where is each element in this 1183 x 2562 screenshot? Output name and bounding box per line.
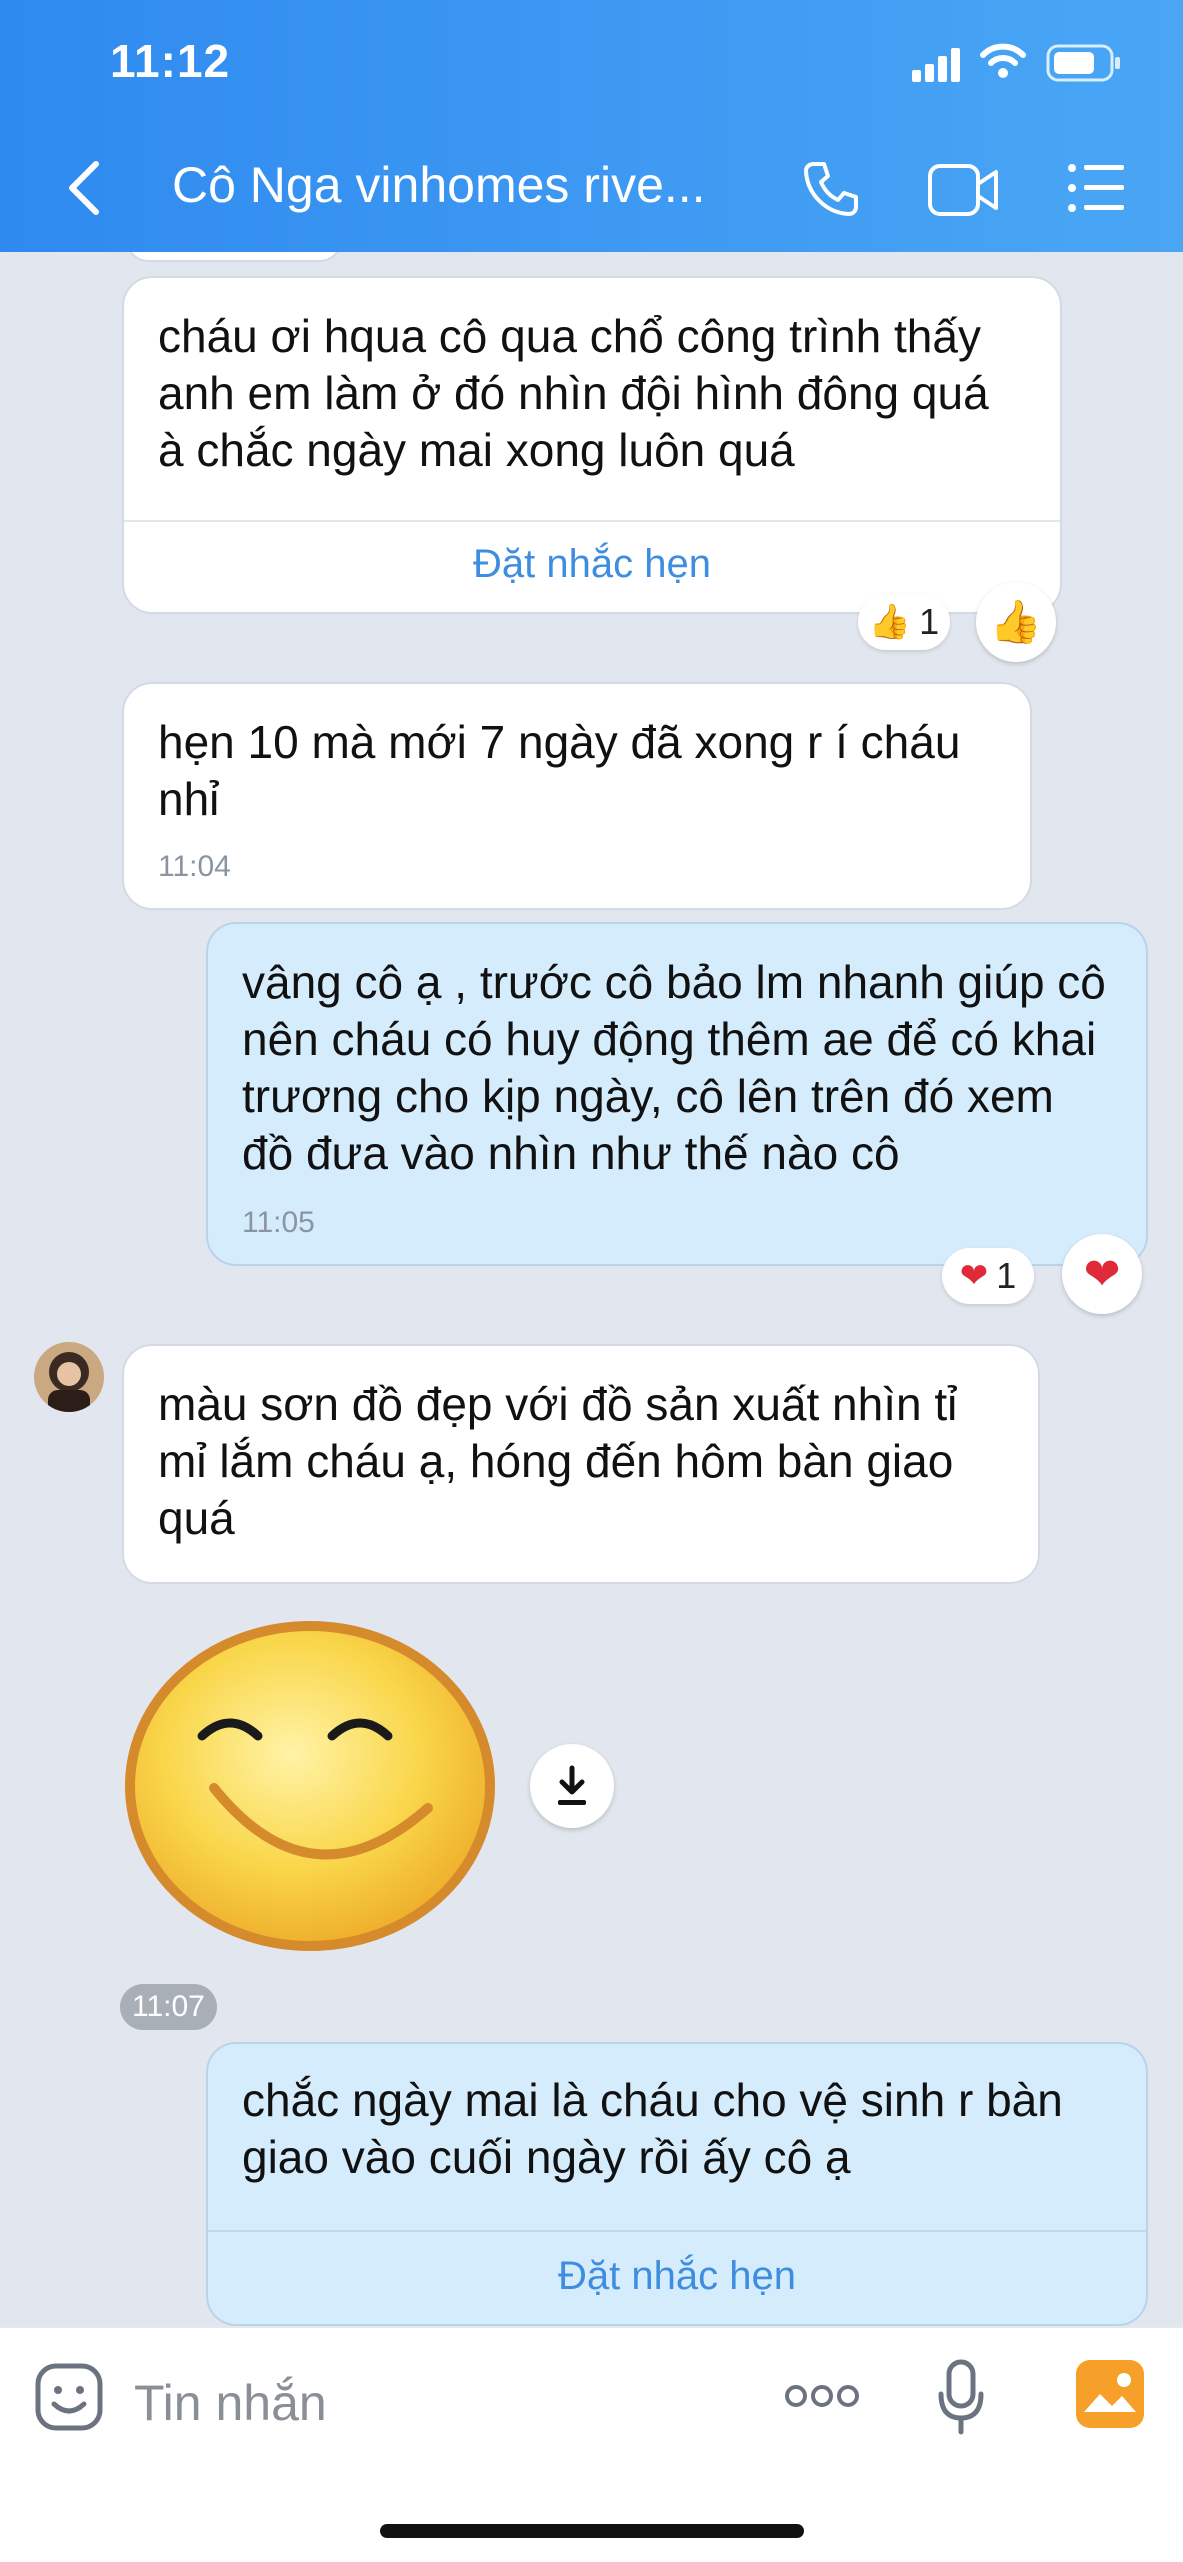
thumbs-up-icon: 👍	[989, 597, 1043, 645]
message-text: chắc ngày mai là cháu cho vệ sinh r bàn …	[242, 2074, 1063, 2183]
reaction-summary[interactable]: 👍 1	[858, 594, 950, 650]
avatar[interactable]	[34, 1342, 104, 1412]
set-reminder-link[interactable]: Đặt nhắc hẹn	[208, 2254, 1146, 2299]
message-time: 11:05	[242, 1206, 315, 1239]
home-indicator	[380, 2524, 804, 2538]
video-call-button[interactable]	[926, 160, 1002, 220]
message-input[interactable]	[132, 2362, 736, 2444]
message-text: màu sơn đồ đẹp với đồ sản xuất nhìn tỉ m…	[158, 1378, 958, 1544]
message-bubble-received[interactable]: màu sơn đồ đẹp với đồ sản xuất nhìn tỉ m…	[124, 1346, 1038, 1582]
sticker-icon[interactable]	[34, 2362, 104, 2432]
download-icon	[558, 1765, 586, 1805]
download-button[interactable]	[530, 1744, 614, 1828]
divider	[124, 520, 1060, 522]
react-button[interactable]: 👍	[976, 582, 1056, 662]
message-bubble-received[interactable]: hẹn 10 mà mới 7 ngày đã xong r í cháu nh…	[124, 684, 1030, 908]
signal-icon	[912, 48, 960, 82]
more-options-icon[interactable]	[784, 2382, 860, 2410]
reaction-count: 1	[919, 601, 940, 642]
heart-icon: ❤	[1083, 1249, 1121, 1299]
message-bubble-received[interactable]: cháu ơi hqua cô qua chổ công trình thấy …	[124, 278, 1060, 612]
microphone-icon[interactable]	[936, 2358, 986, 2438]
smiley-sticker[interactable]	[122, 1618, 498, 1954]
set-reminder-link[interactable]: Đặt nhắc hẹn	[124, 542, 1060, 587]
reaction-count: 1	[996, 1255, 1017, 1296]
message-bubble-sent[interactable]: vâng cô ạ , trước cô bảo lm nhanh giúp c…	[208, 924, 1146, 1264]
message-text: vâng cô ạ , trước cô bảo lm nhanh giúp c…	[242, 956, 1106, 1179]
back-button[interactable]	[54, 150, 114, 226]
message-text: hẹn 10 mà mới 7 ngày đã xong r í cháu nh…	[158, 716, 961, 825]
chat-title[interactable]: Cô Nga vinhomes rive...	[172, 156, 706, 214]
message-time: 11:04	[158, 850, 231, 883]
message-time: 11:07	[120, 1984, 217, 2030]
heart-icon: ❤	[959, 1257, 989, 1295]
chat-header: 11:12 Cô Nga vinhomes rive...	[0, 0, 1183, 252]
status-time: 11:12	[110, 35, 231, 87]
message-text: cháu ơi hqua cô qua chổ công trình thấy …	[158, 310, 989, 476]
message-bubble-sent[interactable]: chắc ngày mai là cháu cho vệ sinh r bàn …	[208, 2044, 1146, 2324]
react-button[interactable]: ❤	[1062, 1234, 1142, 1314]
battery-icon	[1046, 44, 1120, 82]
phone-call-button[interactable]	[800, 158, 862, 220]
wifi-icon	[980, 43, 1026, 78]
image-gallery-icon[interactable]	[1074, 2358, 1146, 2430]
divider	[208, 2230, 1146, 2232]
menu-list-button[interactable]	[1066, 162, 1126, 214]
thumbs-up-icon: 👍	[868, 603, 912, 641]
message-input-bar	[0, 2326, 1183, 2562]
reaction-summary[interactable]: ❤ 1	[942, 1248, 1034, 1304]
